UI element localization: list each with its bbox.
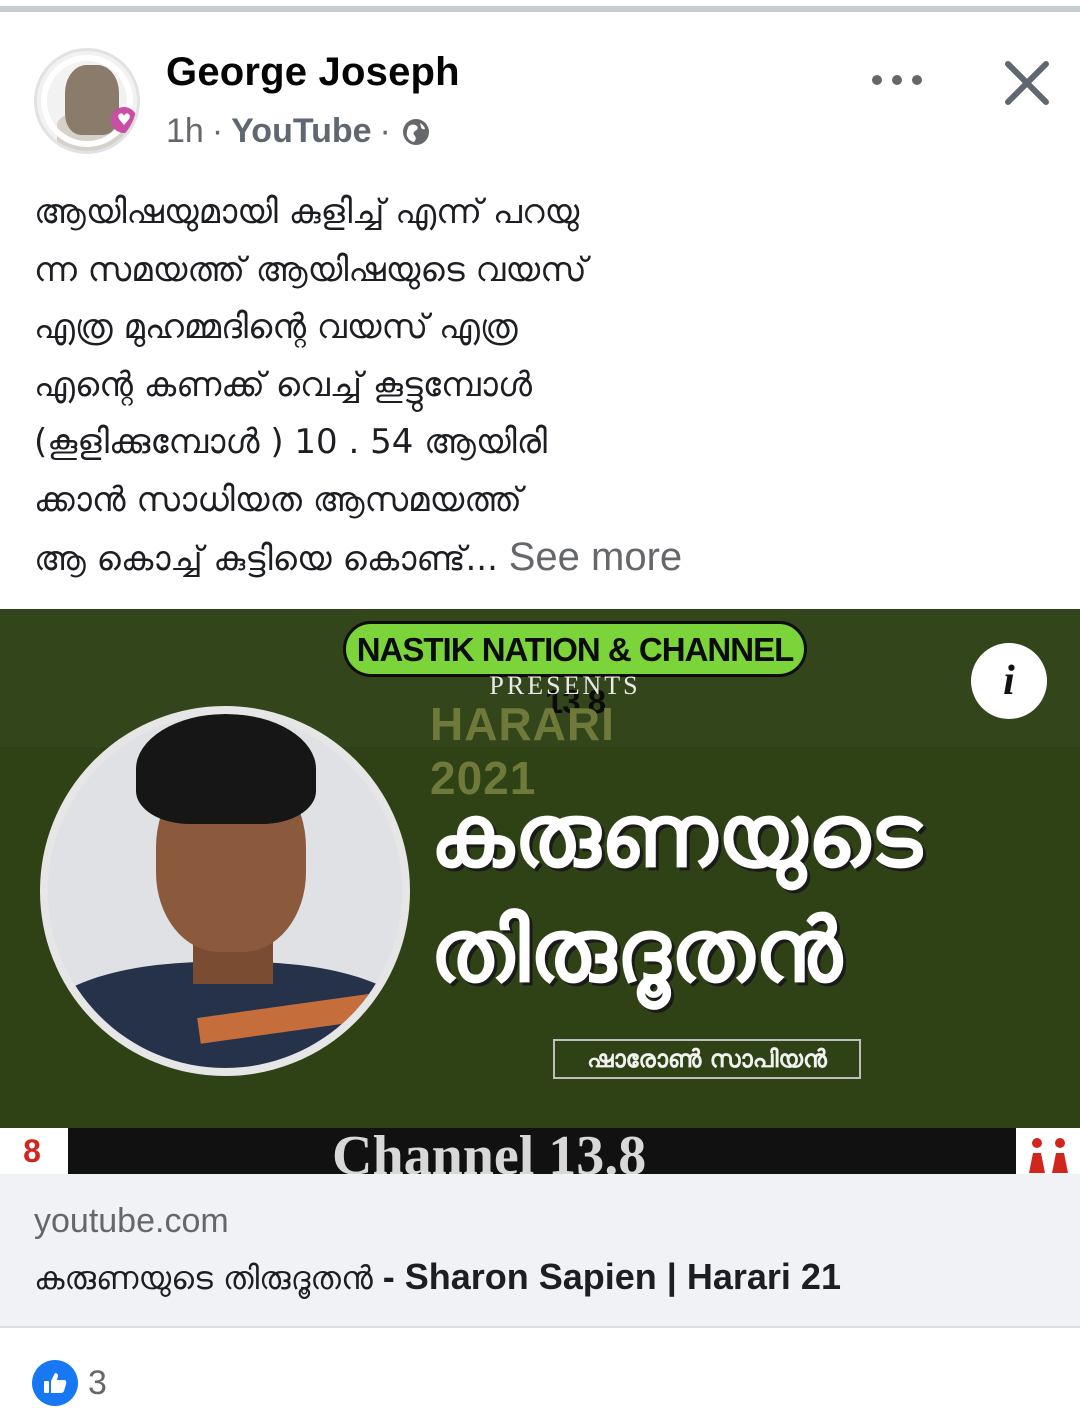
title-line-1: കരുണയുടെ — [430, 784, 922, 887]
thumbs-up-icon — [44, 1373, 67, 1393]
reaction-count: 3 — [88, 1363, 107, 1402]
post-source[interactable]: YouTube — [231, 112, 371, 151]
post-text-line-last: ആ കൊച്ച് കുട്ടിയെ കൊണ്ട്... See more — [34, 529, 1054, 589]
top-bar — [0, 0, 1080, 14]
nastik-logo-icon — [1029, 1138, 1068, 1173]
speaker-name-box: ഷാരോൺ സാപിയൻ — [553, 1039, 861, 1079]
top-divider — [0, 6, 1080, 12]
reactions-divider — [0, 1326, 1080, 1328]
meta-separator-2: · — [379, 112, 391, 150]
post-text-line: ക്കാൻ സാധിയത ആസമയത്ത് — [34, 479, 522, 520]
author-name[interactable]: George Joseph — [166, 50, 460, 95]
link-meta[interactable]: youtube.com കരുണയുടെ തിരുദൂതൻ - Sharon S… — [0, 1174, 1080, 1326]
banner-pill: NASTIK NATION & CHANNEL 13.8 — [343, 621, 807, 720]
video-title-graphic: കരുണയുടെ തിരുദൂതൻ — [430, 781, 1070, 1011]
channel-strip: Channel 13.8 — [68, 1128, 1016, 1174]
info-icon[interactable]: i — [971, 643, 1047, 719]
like-icon — [32, 1360, 78, 1406]
more-options-icon[interactable] — [870, 66, 924, 94]
reactions-summary[interactable]: 3 — [32, 1360, 107, 1406]
link-domain: youtube.com — [34, 1202, 229, 1240]
globe-icon — [402, 118, 429, 145]
post-text-line: എന്റെ കണക്ക് വെച്ച് കൂട്ടുമ്പോൾ — [34, 364, 532, 405]
post-meta: 1h · YouTube · — [166, 112, 431, 151]
post-text-line: ന്ന സമയത്ത് ആയിഷയുടെ വയസ് — [34, 249, 587, 290]
close-icon[interactable] — [1002, 58, 1052, 108]
channel-name: Channel 13.8 — [332, 1128, 647, 1174]
portrait-hair — [136, 714, 316, 824]
link-title-rest: - Sharon Sapien | Harari 21 — [372, 1256, 841, 1297]
title-line-2: തിരുദൂതൻ — [430, 899, 842, 1002]
link-title-malayalam: കരുണയുടെ തിരുദൂതൻ — [34, 1259, 373, 1297]
post-text: ആയിഷയുമായി കുളിച്ച് എന്ന് പറയു ന്ന സമയത്… — [34, 184, 1054, 589]
post-text-line: ആയിഷയുമായി കുളിച്ച് എന്ന് പറയു — [34, 192, 580, 232]
link-preview-image[interactable]: NASTIK NATION & CHANNEL 13.8 PRESENTS HA… — [0, 609, 1080, 1174]
channel-logo-icon: 8 — [12, 1133, 52, 1169]
post-text-truncated: ആ കൊച്ച് കുട്ടിയെ കൊണ്ട്... — [34, 539, 498, 579]
avatar[interactable]: ♥ — [34, 48, 140, 154]
see-more-link[interactable]: See more — [509, 535, 682, 579]
post-text-line: എത്ര മുഹമ്മദിന്റെ വയസ് എത്ര — [34, 307, 518, 347]
heart-badge-icon: ♥ — [111, 107, 137, 133]
speaker-portrait — [40, 706, 410, 1076]
avatar-frame-ring — [41, 55, 133, 147]
post-header: ♥ George Joseph 1h · YouTube · — [0, 14, 1080, 164]
post-text-line: (കൂളിക്കുമ്പോൾ ) 10 . 54 ആയിരി — [34, 422, 548, 462]
meta-separator: · — [211, 112, 224, 150]
link-title[interactable]: കരുണയുടെ തിരുദൂതൻ - Sharon Sapien | Hara… — [34, 1256, 1064, 1298]
post-time[interactable]: 1h — [166, 112, 204, 151]
